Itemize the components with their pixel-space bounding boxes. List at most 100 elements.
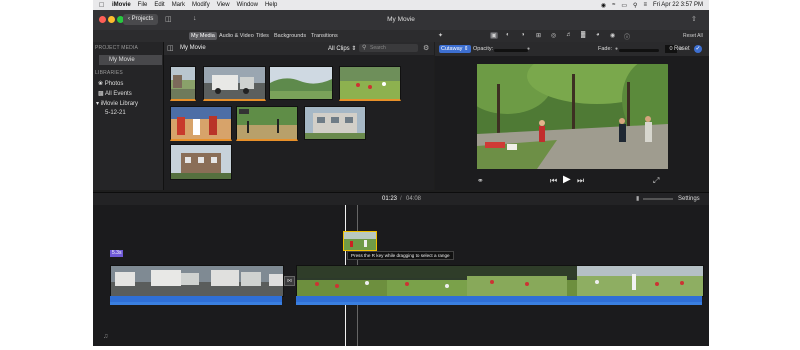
media-thumbnail[interactable] [170,106,232,141]
opacity-slider[interactable] [494,49,528,52]
tab-backgrounds[interactable]: Backgrounds [272,32,308,40]
media-thumbnail[interactable] [339,66,401,101]
volume-icon[interactable]: ♬ [566,32,572,38]
imovie-window:  iMovie File Edit Mark Modify View Wind… [93,0,709,346]
search-icon[interactable]: ⚲ [633,2,637,9]
photos-icon: ❀ [98,81,104,87]
reset-all-button[interactable]: Reset All [683,33,703,39]
zoom-slider[interactable] [643,198,673,200]
fullscreen-icon[interactable]: ⤢ [653,176,659,186]
apply-checkmark-icon[interactable]: ✓ [694,45,702,53]
sidebar-item-all-events[interactable]: ▩ All Events [98,90,132,97]
skip-back-icon[interactable]: ⏮ [550,176,557,186]
timeline-clip[interactable] [110,265,284,297]
settings-button[interactable]: Settings [678,196,700,202]
filter-icon[interactable]: ◉ [610,32,615,39]
media-thumbnail[interactable] [236,106,298,141]
voiceover-mic-icon[interactable]: ⚭ [477,176,484,185]
timeline-header: 01:23 / 04:08 ▮ Settings [93,193,709,205]
media-thumbnail[interactable] [269,66,333,100]
stabilization-icon[interactable]: ◎ [551,32,556,39]
media-thumbnail[interactable] [304,106,366,140]
menu-mark[interactable]: Mark [172,2,185,8]
info-icon[interactable]: ⓘ [624,32,630,41]
control-center-icon[interactable]: ≡ [643,2,647,8]
audio-waveform [110,302,282,305]
events-icon: ▩ [98,91,104,97]
menu-window[interactable]: Window [237,2,258,8]
magic-wand-icon[interactable]: ✦ [438,32,443,39]
battery-icon[interactable]: ▭ [621,2,627,9]
sidebar-item-event[interactable]: 5-12-21 [105,110,126,116]
overlay-mode-select[interactable]: Cutaway ⇕ [439,45,471,53]
menu-help[interactable]: Help [265,2,277,8]
gear-icon[interactable]: ⚙ [423,44,429,52]
audio-waveform [296,302,702,305]
tab-my-media[interactable]: My Media [189,32,217,40]
media-thumbnail[interactable] [170,144,232,180]
wifi-icon[interactable]: ≈ [612,2,615,8]
color-balance-icon[interactable]: ◐ [506,32,510,38]
clip-filter-value: All Clips [328,46,350,52]
color-correction-icon[interactable]: ◑ [521,32,525,38]
libraries-header: LIBRARIES [95,70,123,76]
disclosure-triangle-icon[interactable]: ▾ [96,101,99,107]
crop-icon[interactable]: ⊞ [536,32,541,39]
sidebar-item-my-movie[interactable]: My Movie [99,55,162,65]
clip-duration-badge: 5.3s [110,250,124,257]
sidebar-item-imovie-library[interactable]: ▾ iMovie Library [96,100,138,107]
menubar:  iMovie File Edit Mark Modify View Wind… [93,0,709,10]
window-title: My Movie [387,16,415,23]
clip-filter-select[interactable]: All Clips ⇕ [328,45,356,52]
time-separator: / [400,196,402,202]
browser-title: My Movie [180,45,206,51]
clock-text[interactable]: Fri Apr 22 3:57 PM [653,2,703,8]
play-icon[interactable]: ▶ [563,174,571,185]
menu-file[interactable]: File [138,2,148,8]
sidebar-item-label: iMovie Library [100,101,139,107]
search-field[interactable]: ⚲ Search [359,44,418,52]
menu-view[interactable]: View [217,2,230,8]
search-placeholder: Search [370,45,386,51]
tab-titles[interactable]: Titles [254,32,271,40]
overlay-mode-value: Cutaway [441,46,463,52]
opacity-label: Opacity: [473,46,494,52]
video-overlay-icon[interactable]: ▣ [490,32,498,39]
search-icon: ⚲ [362,45,367,51]
media-thumbnail[interactable] [203,66,266,101]
apple-icon[interactable]:  [99,2,105,9]
libraries-sidebar: PROJECT MEDIA My Movie LIBRARIES ❀ Photo… [93,42,164,190]
sidebar-item-label: 5-12-21 [105,110,126,116]
opacity-knob-icon[interactable]: ● [527,46,530,52]
current-time: 01:23 [382,196,398,202]
skip-forward-icon[interactable]: ⏭ [577,176,584,186]
fade-knob-icon[interactable]: ● [615,46,618,52]
overlay-controls: Cutaway ⇕ Opacity: ● Fade: ● 0 s Reset [435,42,709,56]
tab-transitions[interactable]: Transitions [309,32,340,40]
share-icon[interactable]: ⇧ [691,15,697,23]
menu-imovie[interactable]: iMovie [112,2,131,8]
creative-cloud-icon[interactable]: ◉ [601,2,606,9]
range-tooltip: Press the R key while dragging to select… [347,251,454,260]
sidebar-item-label: Photos [104,81,124,87]
clip-size-icon[interactable]: ▮ [636,195,639,202]
sidebar-item-photos[interactable]: ❀ Photos [98,80,123,87]
timeline: 01:23 / 04:08 ▮ Settings Press the R key… [93,192,709,346]
noise-reduction-icon[interactable]: ▓ [581,32,585,38]
video-preview [477,64,668,169]
transition-icon[interactable]: ⋈ [284,276,295,286]
menu-modify[interactable]: Modify [192,2,210,8]
sidebar-toggle-icon[interactable]: ◫ [167,44,174,52]
media-browser: ◫ My Movie All Clips ⇕ ⚲ Search ⚙ [164,42,434,190]
timeline-clip[interactable] [296,265,704,297]
tab-audio-video[interactable]: Audio & Video [217,32,256,40]
speed-icon[interactable]: ◕ [596,32,600,38]
fade-slider[interactable] [619,49,659,52]
menu-edit[interactable]: Edit [154,2,164,8]
sidebar-item-label: All Events [105,91,132,97]
reset-button[interactable]: Reset [674,46,690,52]
browser-header: ◫ My Movie All Clips ⇕ ⚲ Search ⚙ [164,42,434,55]
cutaway-clip[interactable] [343,231,377,251]
media-thumbnail[interactable] [170,66,196,101]
viewer-panel: Cutaway ⇕ Opacity: ● Fade: ● 0 s Reset R… [435,42,709,190]
